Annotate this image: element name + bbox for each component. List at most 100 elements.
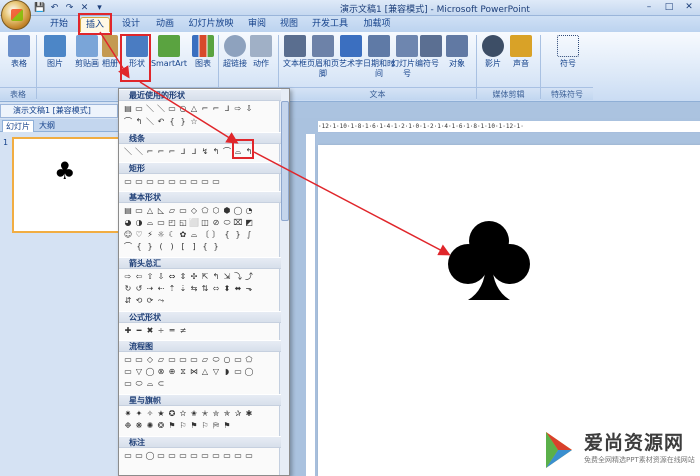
shape-option[interactable]: ⟲ [134, 296, 144, 306]
shape-option[interactable]: ⌐ [167, 147, 177, 157]
shape-option[interactable]: ⌐ [156, 147, 166, 157]
shape-option[interactable]: ▭ [134, 355, 144, 365]
shape-option[interactable]: ◫ [200, 218, 210, 228]
picture-button[interactable]: 图片 [38, 35, 72, 69]
shape-option[interactable]: ᒧ [189, 147, 199, 157]
shape-option[interactable]: ⛿ [211, 421, 221, 431]
shape-option[interactable]: ⬢ [222, 206, 232, 216]
shape-option[interactable]: ⌓ [145, 379, 155, 389]
shape-option[interactable]: ✯ [222, 409, 232, 419]
tab-view[interactable]: 视图 [276, 17, 302, 32]
shape-option[interactable]: ▭ [167, 451, 177, 461]
shape-option[interactable]: ↯ [200, 147, 210, 157]
shape-option[interactable]: ◺ [156, 206, 166, 216]
shape-option[interactable]: ⇲ [222, 272, 232, 282]
shape-option[interactable]: ⚑ [189, 421, 199, 431]
shape-option[interactable]: ⟳ [145, 296, 155, 306]
shape-option[interactable]: ▭ [178, 177, 188, 187]
shape-option[interactable]: ❂ [156, 421, 166, 431]
shape-option[interactable]: ▭ [167, 355, 177, 365]
shape-option[interactable]: ▭ [123, 379, 133, 389]
tab-animation[interactable]: 动画 [150, 17, 180, 32]
shape-option[interactable]: ◰ [167, 218, 177, 228]
shape-option[interactable]: ＼ [145, 104, 155, 114]
shape-option[interactable]: ☆ [189, 117, 199, 127]
shape-option[interactable]: ✿ [178, 230, 188, 240]
shape-option[interactable]: { [200, 242, 210, 252]
shape-option[interactable]: ◩ [244, 218, 254, 228]
shape-option[interactable]: ▭ [178, 206, 188, 216]
shape-option[interactable]: ↺ [134, 284, 144, 294]
shape-option[interactable]: ✧ [145, 409, 155, 419]
shape-option[interactable]: ◱ [178, 218, 188, 228]
chart-button[interactable]: 图表 [186, 35, 220, 69]
shape-option[interactable]: ⬜ [189, 218, 199, 228]
shape-option[interactable]: ⇩ [244, 104, 254, 114]
shape-option[interactable]: ⌓ [189, 230, 199, 240]
shape-option[interactable]: ＼ [145, 117, 155, 127]
shape-option[interactable]: ⇨ [233, 104, 243, 114]
office-button[interactable] [1, 0, 31, 30]
action-button[interactable]: 动作 [244, 35, 278, 69]
shape-option[interactable]: } [211, 242, 221, 252]
tab-design[interactable]: 设计 [116, 17, 146, 32]
shape-option[interactable]: ◇ [145, 355, 155, 365]
shape-option[interactable]: ▭ [123, 451, 133, 461]
document-tab[interactable]: 演示文稿1 [兼容模式] [0, 104, 118, 118]
shape-option[interactable]: ◯ [145, 367, 155, 377]
shape-option[interactable]: ⚐ [178, 421, 188, 431]
shape-option[interactable]: ⌒ [222, 147, 232, 157]
shape-option[interactable]: ◯ [244, 367, 254, 377]
shape-option[interactable]: ÷ [156, 326, 166, 336]
shape-option[interactable]: △ [145, 206, 155, 216]
shape-option[interactable]: △ [200, 367, 210, 377]
close-doc-icon[interactable]: ✕ [79, 3, 90, 14]
shape-option[interactable]: ☾ [167, 230, 177, 240]
shape-option[interactable]: ▭ [134, 177, 144, 187]
shape-option[interactable]: ▭ [233, 355, 243, 365]
shape-option[interactable]: ⇠ [156, 284, 166, 294]
album-button[interactable]: 相册 [98, 35, 122, 69]
shape-option[interactable]: ⧖ [178, 367, 188, 377]
shape-option[interactable]: ⌧ [233, 218, 243, 228]
shape-option[interactable]: ▭ [233, 367, 243, 377]
shape-option[interactable]: ◇ [189, 206, 199, 216]
shape-option[interactable]: } [178, 117, 188, 127]
shape-option[interactable]: ⌓ [145, 218, 155, 228]
shape-option[interactable]: ⚑ [222, 421, 232, 431]
shape-option[interactable]: ◗ [222, 367, 232, 377]
shape-option[interactable]: ▭ [167, 177, 177, 187]
shape-option[interactable]: ⤴ [244, 272, 254, 282]
shape-option[interactable]: ▭ [233, 451, 243, 461]
shape-option[interactable]: ✷ [123, 409, 133, 419]
shape-option[interactable]: ▭ [134, 451, 144, 461]
shape-option[interactable]: ⬠ [200, 206, 210, 216]
shape-option[interactable]: ◕ [123, 218, 133, 228]
shape-option[interactable]: ⇕ [178, 272, 188, 282]
shape-option[interactable]: ━ [134, 326, 144, 336]
shape-option[interactable]: ⤵ [233, 272, 243, 282]
shape-option[interactable]: { [167, 117, 177, 127]
shape-option[interactable]: ▤ [123, 104, 133, 114]
shape-option[interactable]: ✺ [145, 421, 155, 431]
shape-option[interactable]: ✮ [211, 409, 221, 419]
shape-option[interactable]: ⇣ [178, 284, 188, 294]
shape-option[interactable]: ⌐ [200, 104, 210, 114]
shape-option[interactable]: ✭ [200, 409, 210, 419]
shape-option[interactable]: ⌐ [211, 104, 221, 114]
shape-option[interactable]: ⚡ [145, 230, 155, 240]
shape-option[interactable]: ᒧ [178, 147, 188, 157]
shape-option[interactable]: ＼ [134, 147, 144, 157]
qat-dropdown-icon[interactable]: ▾ [94, 3, 105, 14]
special-symbol-button[interactable]: 符号 [548, 35, 588, 69]
table-button[interactable]: 表格 [2, 35, 36, 69]
shape-option[interactable]: ≠ [178, 326, 188, 336]
shape-option[interactable]: ⌐ [145, 147, 155, 157]
shape-option[interactable]: ▭ [156, 177, 166, 187]
shape-option[interactable]: ✫ [178, 409, 188, 419]
shape-option[interactable]: ◔ [244, 206, 254, 216]
shape-option[interactable]: ▭ [156, 451, 166, 461]
shape-option[interactable]: 〔 [200, 230, 210, 240]
undo-icon[interactable]: ↶ [49, 3, 60, 14]
sound-button[interactable]: 声音 [504, 35, 538, 69]
